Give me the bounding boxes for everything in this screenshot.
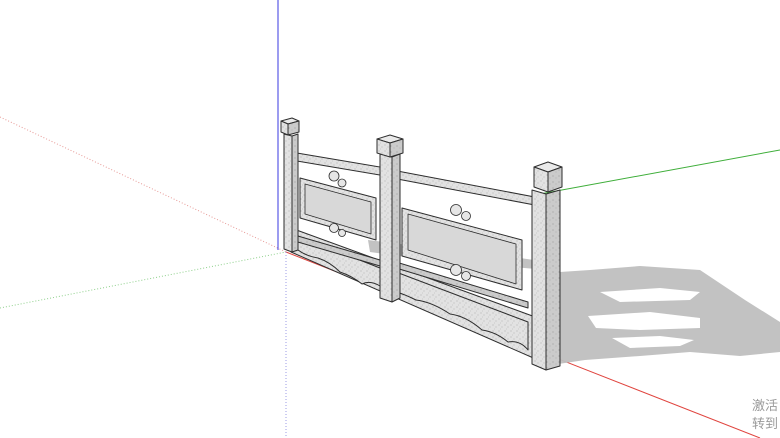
left-post-front	[283, 133, 293, 253]
green-axis-solid	[539, 149, 780, 195]
3d-viewport[interactable]: 激活 转到	[0, 0, 780, 438]
right-post-cap-side	[547, 166, 563, 193]
middle-post-side	[391, 153, 401, 303]
watermark-line-1: 激活	[752, 399, 779, 414]
watermark-line-2: 转到	[752, 417, 779, 432]
right-post-front	[531, 189, 547, 371]
stone-balustrade[interactable]	[280, 117, 563, 371]
right-post-cap-front	[533, 166, 549, 193]
green-axis-dotted	[0, 251, 287, 309]
left-post-cap-front	[280, 120, 289, 136]
viewport-canvas[interactable]	[0, 0, 780, 438]
middle-post-front	[379, 153, 393, 303]
red-axis-dotted	[0, 116, 287, 253]
left-post-side	[291, 133, 299, 253]
activation-watermark: 激活 转到	[752, 398, 778, 434]
top-rail-left	[290, 151, 387, 177]
right-post-side	[545, 189, 561, 371]
left-post-cap-side	[287, 120, 300, 136]
top-rail-right	[391, 169, 541, 207]
